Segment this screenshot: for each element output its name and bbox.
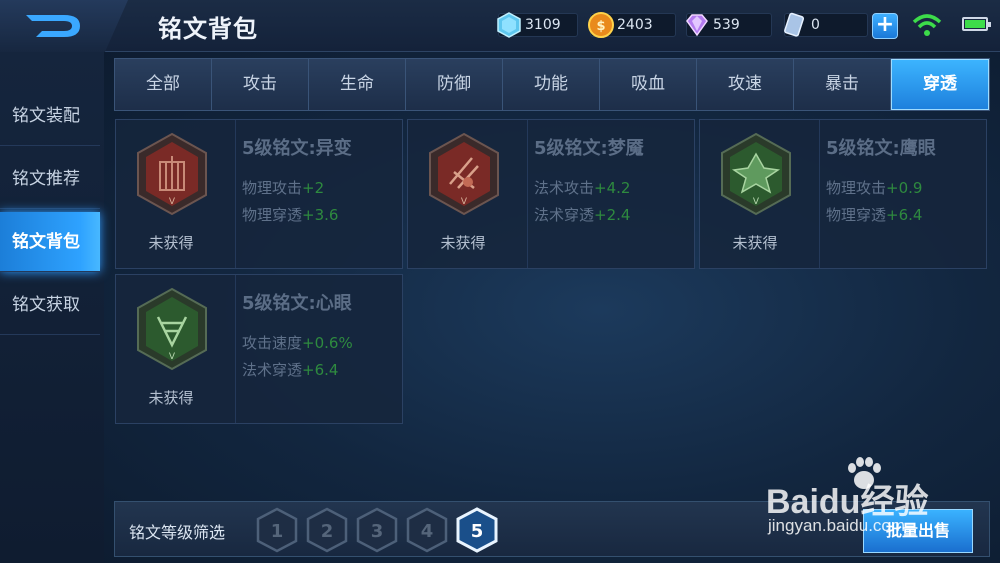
acquired-status: 未获得 — [440, 234, 486, 252]
tab-defense[interactable]: 防御 — [406, 59, 503, 110]
stat-value: +0.9 — [886, 179, 923, 197]
gold-coin-icon: $ — [588, 12, 614, 38]
back-arrow-icon — [26, 15, 80, 37]
svg-text:V: V — [169, 197, 176, 207]
card-icon-area: V 未获得 — [408, 120, 528, 268]
stat-line: 物理攻击+2 — [242, 177, 324, 198]
inscription-card[interactable]: V 未获得 5级铭文:鹰眼 物理攻击+0.9 物理穿透+6.4 — [699, 119, 987, 269]
page-title: 铭文背包 — [158, 15, 258, 43]
stat-label: 攻击速度 — [242, 334, 303, 352]
stat-line: 物理穿透+6.4 — [826, 204, 922, 225]
inscription-mind-eye-icon: V — [137, 287, 207, 371]
category-tabs: 全部 攻击 生命 防御 功能 吸血 攻速 暴击 穿透 — [114, 58, 990, 111]
inscription-card[interactable]: V 未获得 5级铭文:心眼 攻击速度+0.6% 法术穿透+6.4 — [115, 274, 403, 424]
tab-crit[interactable]: 暴击 — [794, 59, 891, 110]
paw-icon — [848, 457, 881, 489]
stat-line: 法术穿透+6.4 — [242, 359, 338, 380]
stat-line: 法术攻击+4.2 — [534, 177, 630, 198]
stat-value: +6.4 — [886, 206, 923, 224]
stat-label: 法术攻击 — [534, 179, 595, 197]
tab-utility[interactable]: 功能 — [503, 59, 600, 110]
top-bar: 铭文背包 3109 $ 2403 539 0 + — [0, 0, 1000, 52]
diamond-counter: 3109 — [497, 12, 578, 38]
stat-line: 攻击速度+0.6% — [242, 332, 353, 353]
level-filter-5[interactable]: 5 — [455, 507, 499, 553]
tab-all[interactable]: 全部 — [115, 59, 212, 110]
tab-penetration[interactable]: 穿透 — [891, 59, 989, 110]
sidebar-item-backpack[interactable]: 铭文背包 — [0, 212, 100, 272]
level-2-label: 2 — [321, 521, 334, 542]
back-button[interactable] — [0, 0, 128, 52]
battery-icon — [962, 17, 991, 31]
level-1-label: 1 — [271, 521, 284, 542]
voucher-counter: 0 — [784, 12, 868, 37]
level-filter-2[interactable]: 2 — [305, 507, 349, 553]
stat-value: +4.2 — [594, 179, 631, 197]
tab-lifesteal[interactable]: 吸血 — [600, 59, 697, 110]
level-3-label: 3 — [371, 521, 384, 542]
bulk-sell-button[interactable]: 批量出售 — [863, 509, 973, 553]
inscription-mutation-icon: V — [137, 132, 207, 216]
diamond-icon — [497, 12, 521, 38]
diamond-value: 3109 — [525, 17, 561, 33]
wifi-icon — [912, 14, 942, 36]
inscription-name: 5级铭文:梦魇 — [534, 138, 644, 159]
svg-text:V: V — [169, 352, 176, 362]
acquired-status: 未获得 — [148, 389, 194, 407]
stat-label: 物理攻击 — [826, 179, 887, 197]
stat-value: +0.6% — [302, 334, 353, 352]
svg-text:$: $ — [596, 19, 605, 34]
level-filter-label: 铭文等级筛选 — [129, 523, 226, 542]
tab-attack-speed[interactable]: 攻速 — [697, 59, 794, 110]
sidebar: 铭文装配 铭文推荐 铭文背包 铭文获取 — [0, 52, 104, 563]
inscription-name: 5级铭文:异变 — [242, 138, 352, 159]
stat-line: 法术穿透+2.4 — [534, 204, 630, 225]
level-filter-4[interactable]: 4 — [405, 507, 449, 553]
stat-label: 法术穿透 — [534, 206, 595, 224]
svg-text:V: V — [461, 197, 468, 207]
stat-value: +2.4 — [594, 206, 631, 224]
stat-value: +6.4 — [302, 361, 339, 379]
voucher-icon — [784, 12, 805, 37]
inscription-card[interactable]: V 未获得 5级铭文:梦魇 法术攻击+4.2 法术穿透+2.4 — [407, 119, 695, 269]
inscription-card[interactable]: V 未获得 5级铭文:异变 物理攻击+2 物理穿透+3.6 — [115, 119, 403, 269]
bottom-bar: 铭文等级筛选 1 2 3 4 5 批量出售 — [114, 501, 990, 557]
inscription-nightmare-icon: V — [429, 132, 499, 216]
stat-label: 物理穿透 — [826, 206, 887, 224]
stat-line: 物理穿透+3.6 — [242, 204, 338, 225]
stat-label: 物理攻击 — [242, 179, 303, 197]
acquired-status: 未获得 — [732, 234, 778, 252]
stat-value: +2 — [302, 179, 325, 197]
svg-text:V: V — [753, 197, 760, 207]
sidebar-item-obtain[interactable]: 铭文获取 — [0, 275, 100, 335]
stat-value: +3.6 — [302, 206, 339, 224]
gem-icon — [686, 14, 708, 37]
level-filter-1[interactable]: 1 — [255, 507, 299, 553]
level-filter-3[interactable]: 3 — [355, 507, 399, 553]
card-icon-area: V 未获得 — [700, 120, 820, 268]
level-5-label: 5 — [471, 521, 484, 542]
sidebar-item-equip[interactable]: 铭文装配 — [0, 86, 100, 146]
stat-label: 物理穿透 — [242, 206, 303, 224]
card-icon-area: V 未获得 — [116, 120, 236, 268]
sidebar-item-recommend[interactable]: 铭文推荐 — [0, 149, 100, 209]
acquired-status: 未获得 — [148, 234, 194, 252]
card-icon-area: V 未获得 — [116, 275, 236, 423]
voucher-value: 0 — [811, 17, 820, 33]
stat-line: 物理攻击+0.9 — [826, 177, 922, 198]
inscription-hawkeye-icon: V — [721, 132, 791, 216]
tab-health[interactable]: 生命 — [309, 59, 406, 110]
gold-value: 2403 — [617, 17, 653, 33]
inscription-name: 5级铭文:鹰眼 — [826, 138, 936, 159]
stat-label: 法术穿透 — [242, 361, 303, 379]
gem-counter: 539 — [686, 13, 772, 37]
tab-attack[interactable]: 攻击 — [212, 59, 309, 110]
add-currency-button[interactable]: + — [872, 13, 898, 39]
gold-counter: $ 2403 — [588, 12, 676, 38]
level-4-label: 4 — [421, 521, 434, 542]
gem-value: 539 — [713, 17, 740, 33]
inscription-name: 5级铭文:心眼 — [242, 293, 352, 314]
